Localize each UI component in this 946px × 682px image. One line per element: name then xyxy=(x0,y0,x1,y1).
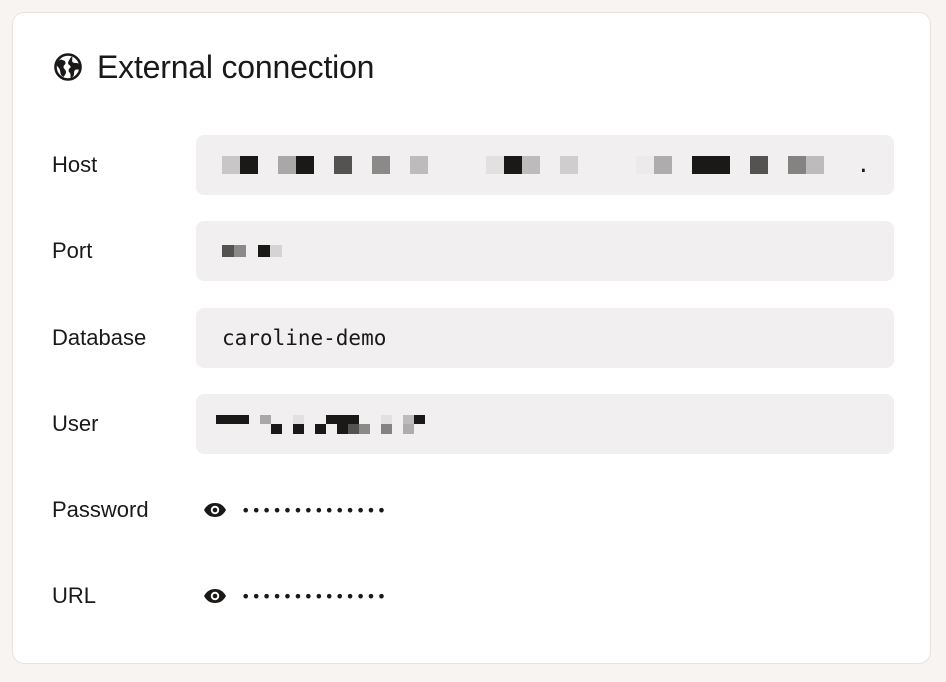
host-label: Host xyxy=(52,152,98,177)
host-field[interactable]: . xyxy=(196,135,894,195)
port-row: Port xyxy=(13,221,930,281)
user-value-redacted xyxy=(216,415,425,434)
external-connection-card: External connection Host . Port Database… xyxy=(12,12,931,664)
url-masked: •••••••••••••• xyxy=(241,586,388,606)
eye-icon[interactable] xyxy=(203,502,227,518)
user-label: User xyxy=(52,411,99,436)
password-value: •••••••••••••• xyxy=(203,480,387,540)
card-header: External connection xyxy=(53,47,374,87)
port-value-redacted xyxy=(222,245,282,257)
url-value: •••••••••••••• xyxy=(203,566,387,626)
port-label: Port xyxy=(52,238,93,263)
port-field[interactable] xyxy=(196,221,894,281)
password-masked: •••••••••••••• xyxy=(241,500,388,520)
database-label: Database xyxy=(52,325,147,350)
eye-icon[interactable] xyxy=(203,588,227,604)
host-row: Host . xyxy=(13,135,930,195)
host-value-redacted xyxy=(222,156,824,174)
url-label: URL xyxy=(52,583,97,608)
url-row: URL •••••••••••••• xyxy=(13,566,930,626)
password-label: Password xyxy=(52,497,149,522)
password-row: Password •••••••••••••• xyxy=(13,480,930,540)
database-row: Database caroline-demo xyxy=(13,308,930,368)
host-value-trailing: . xyxy=(856,153,870,178)
card-title: External connection xyxy=(97,49,375,85)
user-field[interactable] xyxy=(196,394,894,454)
database-value: caroline-demo xyxy=(222,326,387,350)
globe-icon xyxy=(54,53,82,81)
database-field[interactable]: caroline-demo xyxy=(196,308,894,368)
user-row: User xyxy=(13,394,930,454)
